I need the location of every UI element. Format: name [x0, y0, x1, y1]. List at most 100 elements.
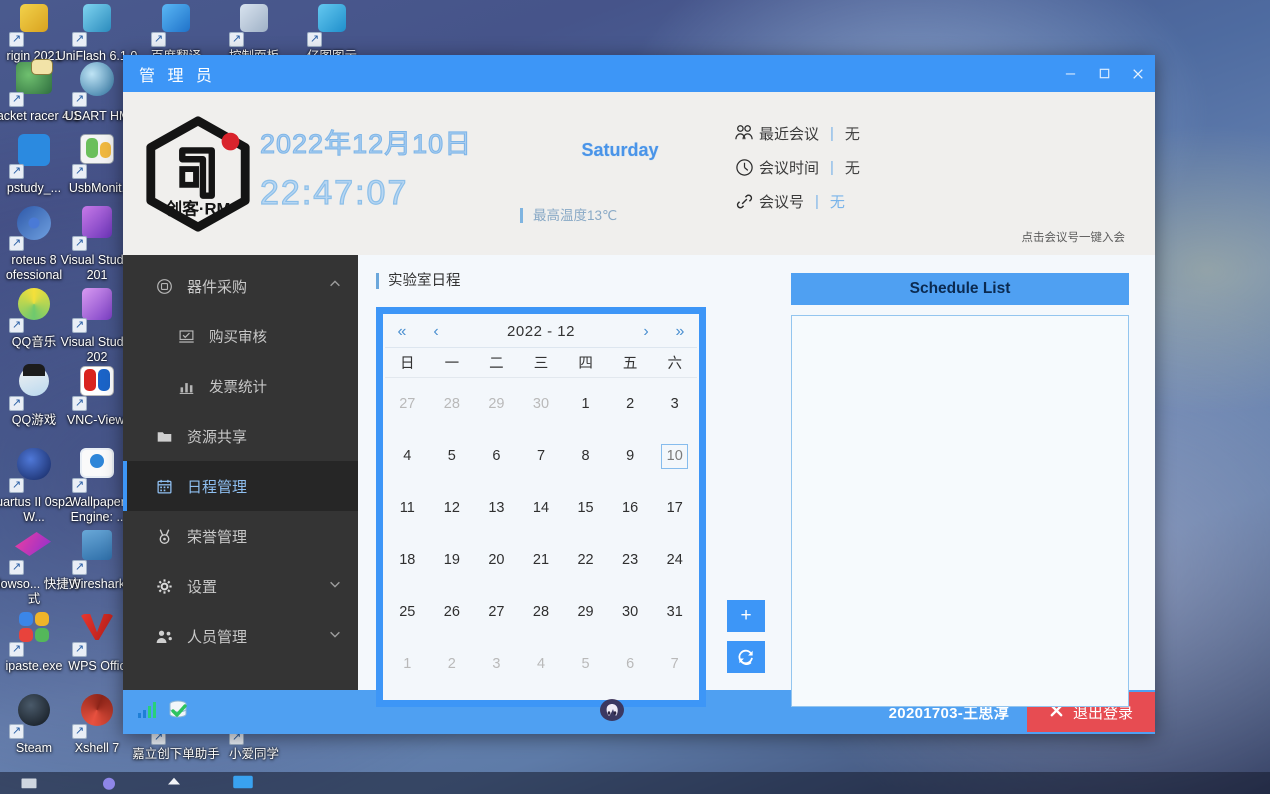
- calendar-day-cell[interactable]: 2: [608, 378, 653, 430]
- chevron-down-icon[interactable]: [328, 627, 342, 645]
- sidebar-item-7[interactable]: 人员管理: [123, 611, 358, 661]
- calendar-day-cell[interactable]: 29: [563, 586, 608, 638]
- calendar-day-number: 4: [403, 448, 412, 464]
- sidebar-item-6[interactable]: 设置: [123, 561, 358, 611]
- calendar-day-cell[interactable]: 7: [519, 430, 564, 482]
- sidebar-item-5[interactable]: 荣誉管理: [123, 511, 358, 561]
- taskbar-item-3[interactable]: [165, 774, 199, 792]
- calendar-day-cell[interactable]: 20: [474, 534, 519, 586]
- sidebar-nav: 器件采购购买审核 发票统计 资源共享 日程管理荣誉管理设置 人员管理: [123, 255, 358, 690]
- chuangke-rm-logo-icon: 创客·RM: [145, 115, 250, 232]
- prev-year-button[interactable]: «: [385, 323, 419, 341]
- calendar-day-cell[interactable]: 14: [519, 482, 564, 534]
- calendar-day-cell[interactable]: 15: [563, 482, 608, 534]
- calendar-day-cell[interactable]: 19: [430, 534, 475, 586]
- calendar-day-cell[interactable]: 30: [608, 586, 653, 638]
- calendar-day-number: 8: [581, 448, 590, 464]
- chevron-up-icon[interactable]: [328, 277, 342, 295]
- maximize-button[interactable]: [1087, 55, 1121, 92]
- calendar-day-cell[interactable]: 4: [385, 430, 430, 482]
- calendar-day-cell[interactable]: 24: [652, 534, 697, 586]
- calendar-widget[interactable]: « ‹ 2022 - 12 › » 日一二三四五六 27 28 29 30 1 2 3 4 5 6…: [376, 307, 706, 707]
- calendar-day-cell[interactable]: 23: [608, 534, 653, 586]
- sidebar-item-1[interactable]: 购买审核: [123, 311, 358, 361]
- calendar-day-cell[interactable]: 30: [519, 378, 564, 430]
- sidebar-item-2[interactable]: 发票统计: [123, 361, 358, 411]
- meeting-value-number[interactable]: 无: [830, 191, 870, 212]
- wps-office-icon: ↗: [72, 612, 120, 657]
- calendar-day-cell[interactable]: 17: [652, 482, 697, 534]
- calendar-day-number: 27: [488, 604, 505, 620]
- schedule-list-box[interactable]: [791, 315, 1129, 707]
- gear-icon: [153, 578, 175, 595]
- calendar-day-cell[interactable]: 8: [563, 430, 608, 482]
- calendar-day-cell[interactable]: 28: [430, 378, 475, 430]
- calendar-day-number: 21: [532, 552, 550, 568]
- calendar-day-cell[interactable]: 7: [652, 638, 697, 690]
- refresh-schedule-button[interactable]: [727, 641, 765, 673]
- sidebar-item-3[interactable]: 资源共享: [123, 411, 358, 461]
- clock-icon: [732, 158, 756, 177]
- chevron-down-icon[interactable]: [328, 577, 342, 595]
- sidebar-item-label: 荣誉管理: [187, 528, 248, 546]
- edraw-icon: ↗: [307, 2, 355, 47]
- calendar-day-number: 12: [443, 500, 460, 516]
- next-month-button[interactable]: ›: [629, 323, 663, 341]
- desktop-icon-label: WPS Offic: [68, 659, 126, 673]
- calendar-day-cell[interactable]: 12: [430, 482, 475, 534]
- calendar-day-cell[interactable]: 10: [652, 430, 697, 482]
- xshell-7-icon: ↗: [72, 694, 120, 739]
- calendar-day-cell[interactable]: 6: [608, 638, 653, 690]
- prev-month-button[interactable]: ‹: [419, 323, 453, 341]
- calendar-day-cell[interactable]: 13: [474, 482, 519, 534]
- calendar-day-cell[interactable]: 6: [474, 430, 519, 482]
- calendar-weekday: 四: [578, 356, 593, 372]
- calendar-day-cell[interactable]: 2: [430, 638, 475, 690]
- taskbar-item-2[interactable]: [100, 774, 134, 792]
- calendar-day-cell[interactable]: 3: [474, 638, 519, 690]
- calendar-day-grid[interactable]: 27 28 29 30 1 2 3 4 5 6 7 8 9 10 11 12 13 14 15 16 17 18 19 20 2…: [385, 378, 697, 690]
- weekday-label: Saturday: [581, 140, 659, 160]
- calendar-day-cell[interactable]: 22: [563, 534, 608, 586]
- calendar-day-cell[interactable]: 28: [519, 586, 564, 638]
- meeting-label-time: 会议时间: [759, 159, 820, 177]
- meeting-value-recent: 无: [844, 125, 860, 143]
- folder-icon: [153, 428, 175, 445]
- calendar-day-cell[interactable]: 4: [519, 638, 564, 690]
- window-titlebar[interactable]: 管 理 员: [123, 55, 1155, 92]
- calendar-day-cell[interactable]: 1: [563, 378, 608, 430]
- calendar-day-cell[interactable]: 27: [385, 378, 430, 430]
- visual-studio-2022-icon: ↗: [72, 288, 120, 333]
- sidebar-item-0[interactable]: 器件采购: [123, 261, 358, 311]
- calendar-day-cell[interactable]: 27: [474, 586, 519, 638]
- refresh-icon: [738, 649, 753, 665]
- taskbar[interactable]: [0, 772, 1270, 794]
- calendar-day-cell[interactable]: 31: [652, 586, 697, 638]
- calendar-day-number: 11: [399, 500, 415, 516]
- calendar-day-cell[interactable]: 1: [385, 638, 430, 690]
- close-button[interactable]: [1121, 55, 1155, 92]
- next-year-button[interactable]: »: [663, 323, 697, 341]
- calendar-day-cell[interactable]: 5: [563, 638, 608, 690]
- calendar-day-cell[interactable]: 5: [430, 430, 475, 482]
- taskbar-item-4[interactable]: [232, 774, 266, 792]
- minimize-button[interactable]: [1053, 55, 1087, 92]
- diamond-app-icon: [168, 777, 180, 785]
- add-schedule-button[interactable]: +: [727, 600, 765, 632]
- meeting-row-number[interactable]: 会议号 | 无: [732, 184, 885, 218]
- calendar-day-number: 10: [661, 443, 689, 469]
- sidebar-item-4[interactable]: 日程管理: [123, 461, 358, 511]
- calendar-day-cell[interactable]: 16: [608, 482, 653, 534]
- meeting-label-number: 会议号: [759, 193, 805, 211]
- calendar-day-cell[interactable]: 18: [385, 534, 430, 586]
- calendar-day-cell[interactable]: 21: [519, 534, 564, 586]
- sidebar-item-label: 器件采购: [187, 278, 248, 296]
- calendar-day-cell[interactable]: 29: [474, 378, 519, 430]
- circle-app-icon: [103, 777, 115, 790]
- calendar-day-cell[interactable]: 11: [385, 482, 430, 534]
- calendar-day-cell[interactable]: 3: [652, 378, 697, 430]
- calendar-day-cell[interactable]: 26: [430, 586, 475, 638]
- taskbar-item-1[interactable]: [20, 774, 54, 792]
- calendar-day-cell[interactable]: 9: [608, 430, 653, 482]
- calendar-day-cell[interactable]: 25: [385, 586, 430, 638]
